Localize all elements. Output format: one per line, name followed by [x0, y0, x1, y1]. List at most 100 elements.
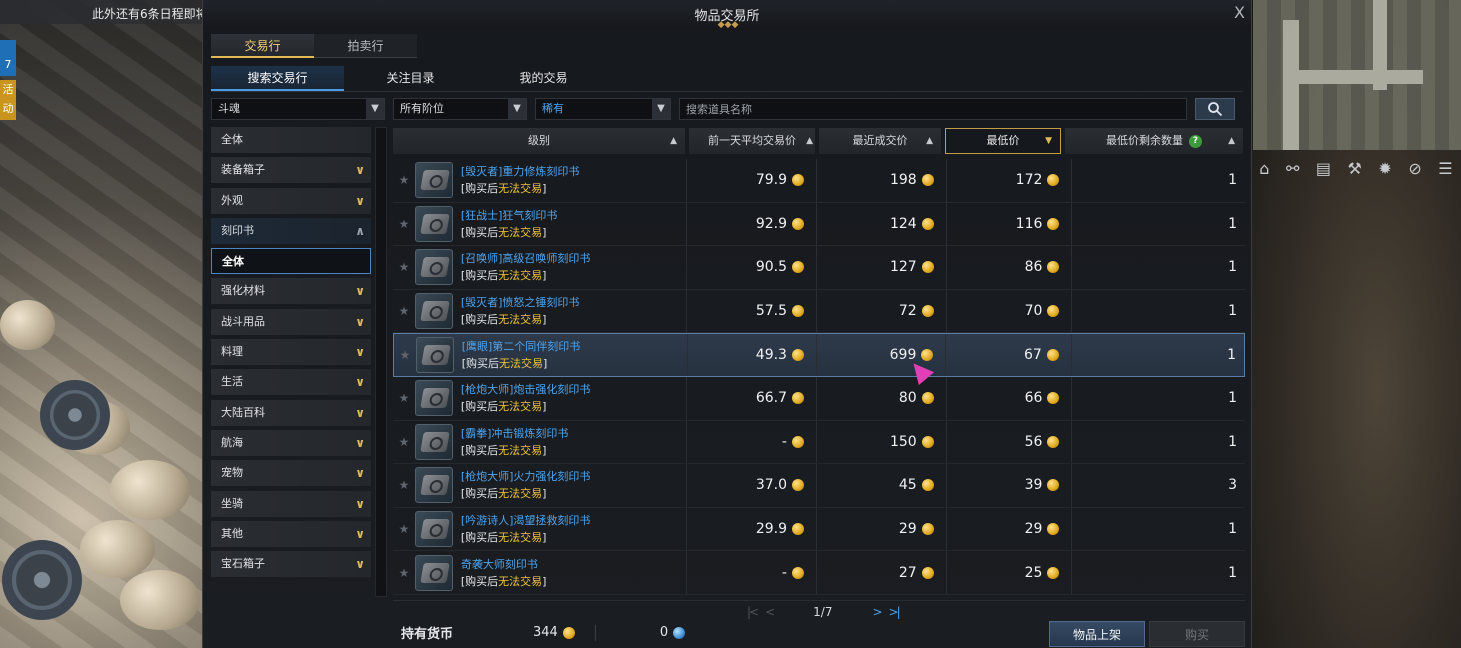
category-item[interactable]: 装备箱子 ∨ [211, 157, 371, 184]
quantity-cell: 1 [1070, 334, 1244, 376]
category-item[interactable]: 强化材料 ∨ [211, 278, 371, 305]
star-icon[interactable]: ★ [393, 391, 415, 405]
item-name-cell: [毁灭者]愤怒之锤刻印书 [购买后无法交易] [461, 294, 686, 328]
column-lowest-qty[interactable]: 最低价剩余数量? ▲ [1065, 128, 1243, 154]
last-page-button[interactable]: >| [889, 605, 901, 619]
category-label: 其他 [221, 526, 243, 540]
minimap[interactable] [1253, 0, 1461, 150]
tab-exchange[interactable]: 交易行 [211, 34, 314, 58]
search-input[interactable] [679, 98, 1187, 120]
item-name: [毁灭者]重力修炼刻印书 [460, 165, 580, 179]
category-label: 刻印书 [221, 223, 254, 237]
category-item[interactable]: 外观 ∨ [211, 187, 371, 214]
table-header: 级别 ▲ 前一天平均交易价 ▲ 最近成交价 ▲ 最低价 ▼ 最低价剩余数量? ▲ [393, 127, 1245, 155]
game-background-left [0, 0, 205, 648]
timer-badge[interactable]: 7 [0, 40, 16, 76]
category-scrollbar[interactable] [375, 127, 387, 597]
category-item[interactable]: 宝石箱子 ∨ [211, 551, 371, 578]
class-dropdown[interactable]: 斗魂 ▼ [211, 98, 385, 120]
lowest-price-cell: 29 [945, 507, 1068, 551]
star-icon[interactable]: ★ [393, 566, 415, 580]
category-item[interactable]: 其他 ∨ [211, 520, 371, 547]
category-item[interactable]: 大陆百科 ∨ [211, 399, 371, 426]
category-label: 宠物 [221, 466, 243, 480]
table-row[interactable]: ★ [狂战士]狂气刻印书 [购买后无法交易] 92.9 124 116 1 [393, 202, 1245, 247]
tab-auction[interactable]: 拍卖行 [314, 34, 417, 58]
list-item-button[interactable]: 物品上架 [1049, 621, 1145, 647]
avg-price-cell: 79.9 [686, 159, 812, 202]
gold-coin-icon [1047, 566, 1060, 579]
gold-coin-icon [791, 523, 804, 536]
item-name-cell: [鹰眼]第二个同伴刻印书 [购买后无法交易] [462, 338, 687, 372]
menu-icon[interactable]: ☰ [1438, 159, 1452, 178]
gear-icon[interactable]: ✹ [1378, 159, 1391, 178]
event-badge[interactable]: 活动 [0, 80, 16, 120]
quantity-cell: 1 [1071, 246, 1245, 289]
storage-icon[interactable]: ▤ [1316, 159, 1331, 178]
column-recent-price[interactable]: 最近成交价 ▲ [819, 128, 941, 154]
category-item[interactable]: 坐骑 ∨ [211, 490, 371, 517]
star-icon[interactable]: ★ [394, 348, 416, 362]
tab-watchlist[interactable]: 关注目录 [344, 66, 477, 91]
rarity-dropdown[interactable]: 稀有 ▼ [535, 98, 671, 120]
sort-up-icon: ▲ [670, 136, 677, 146]
engraving-book-icon [414, 162, 453, 199]
subcategory-item-all[interactable]: 全体 [211, 248, 371, 275]
gold-coin-icon [1047, 523, 1060, 536]
table-row[interactable]: ★ [吟游诗人]渴望拯救刻印书 [购买后无法交易] 29.9 29 29 1 [393, 507, 1245, 552]
lowest-price-cell: 70 [945, 289, 1068, 333]
search-button[interactable] [1195, 98, 1235, 120]
recent-price: 124 [889, 215, 917, 232]
table-row[interactable]: ★ [枪炮大师]火力强化刻印书 [购买后无法交易] 37.0 45 39 3 [393, 464, 1245, 508]
item-name: [狂战士]狂气刻印书 [460, 208, 558, 222]
table-row[interactable]: ★ [毁灭者]重力修炼刻印书 [购买后无法交易] 79.9 198 172 1 [393, 159, 1245, 203]
column-avg-price[interactable]: 前一天平均交易价 ▲ [689, 128, 815, 154]
home-icon[interactable]: ⌂ [1259, 159, 1269, 178]
category-item-engraving[interactable]: 刻印书 ∧ [211, 217, 371, 244]
prev-page-button[interactable]: < [765, 605, 775, 619]
category-item[interactable]: 料理 ∨ [211, 339, 371, 366]
avg-price-cell: 29.9 [686, 507, 812, 551]
category-item[interactable]: 航海 ∨ [211, 429, 371, 456]
category-item[interactable]: 全体 [211, 127, 371, 153]
item-note: [购买后无法交易] [460, 531, 547, 545]
star-icon[interactable]: ★ [393, 217, 415, 231]
column-lowest-price[interactable]: 最低价 ▼ [945, 128, 1061, 154]
window-footer: |< < 1/7 > >| 持有货币 344 0 物品上架 购买 [393, 600, 1245, 648]
item-note: [购买后无法交易] [460, 225, 547, 239]
star-icon[interactable]: ★ [393, 260, 415, 274]
star-icon[interactable]: ★ [393, 304, 415, 318]
table-row[interactable]: ★ [召唤师]高级召唤师刻印书 [购买后无法交易] 90.5 127 86 1 [393, 246, 1245, 290]
sort-up-icon: ▲ [1228, 136, 1235, 146]
star-icon[interactable]: ★ [393, 173, 415, 187]
first-page-button[interactable]: |< [747, 605, 759, 619]
compass-icon[interactable]: ⊘ [1408, 159, 1421, 178]
gold-coin-icon [921, 392, 934, 405]
anvil-icon[interactable]: ⚒ [1348, 159, 1362, 178]
star-icon[interactable]: ★ [393, 478, 415, 492]
category-item[interactable]: 战斗用品 ∨ [211, 308, 371, 335]
tab-search-exchange[interactable]: 搜索交易行 [211, 66, 344, 91]
help-icon[interactable]: ? [1189, 134, 1202, 148]
category-label: 全体 [221, 133, 243, 146]
table-row[interactable]: ★ 奇袭大师刻印书 [购买后无法交易] - 27 25 1 [393, 551, 1245, 595]
category-item[interactable]: 生活 ∨ [211, 369, 371, 396]
avg-price: - [781, 564, 787, 581]
column-grade[interactable]: 级别 ▲ [393, 128, 685, 154]
buy-button[interactable]: 购买 [1149, 621, 1245, 647]
table-row[interactable]: ★ [毁灭者]愤怒之锤刻印书 [购买后无法交易] 57.5 72 70 1 [393, 289, 1245, 334]
star-icon[interactable]: ★ [393, 435, 415, 449]
lowest-price-cell: 172 [945, 159, 1068, 202]
tab-my-trades[interactable]: 我的交易 [477, 66, 610, 91]
recent-price-cell: 150 [815, 420, 942, 464]
category-item[interactable]: 宠物 ∨ [211, 460, 371, 487]
table-row-selected[interactable]: ★ [鹰眼]第二个同伴刻印书 [购买后无法交易] 49.3 699 67 1 [393, 333, 1245, 377]
tier-dropdown[interactable]: 所有阶位 ▼ [393, 98, 527, 120]
next-page-button[interactable]: > [872, 605, 882, 619]
table-row[interactable]: ★ [枪炮大师]炮击强化刻印书 [购买后无法交易] 66.7 80 66 1 [393, 376, 1245, 421]
window-close-icon[interactable]: X [1234, 3, 1245, 22]
table-row[interactable]: ★ [霸拳]冲击锻炼刻印书 [购买后无法交易] - 150 56 1 [393, 420, 1245, 465]
binoculars-icon[interactable]: ⚯ [1286, 159, 1299, 178]
recent-price: 27 [898, 564, 917, 581]
star-icon[interactable]: ★ [393, 522, 415, 536]
